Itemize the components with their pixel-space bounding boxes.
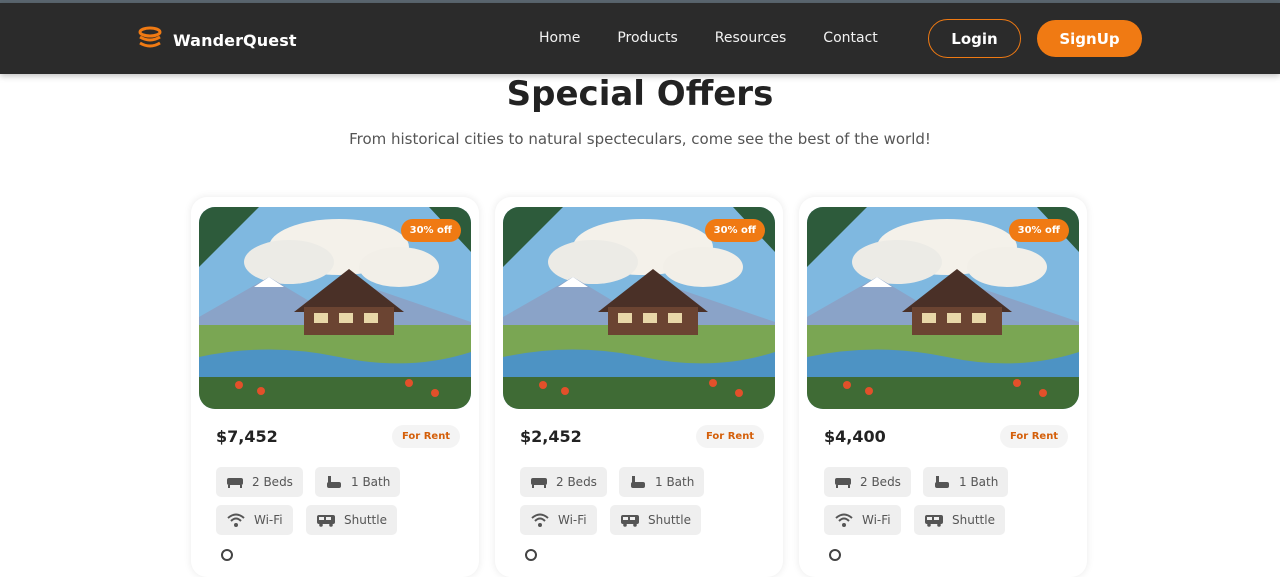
navbar: WanderQuest Home Products Resources Cont… — [0, 3, 1280, 74]
discount-badge: 30% off — [704, 219, 765, 242]
feature-bath: 1 Bath — [619, 467, 705, 497]
feature-label: Wi-Fi — [862, 513, 891, 527]
feature-label: Wi-Fi — [254, 513, 283, 527]
feature-bath: 1 Bath — [315, 467, 401, 497]
feature-label: Shuttle — [952, 513, 995, 527]
status-badge: For Rent — [696, 425, 765, 448]
feature-label: Shuttle — [344, 513, 387, 527]
feature-wifi: Wi-Fi — [520, 505, 597, 535]
nav-home[interactable]: Home — [539, 30, 580, 46]
status-badge: For Rent — [1000, 425, 1069, 448]
location-icon — [829, 549, 841, 561]
price: $4,400 — [824, 427, 886, 446]
wifi-icon — [531, 513, 549, 527]
feature-beds: 2 Beds — [216, 467, 303, 497]
bath-icon — [327, 476, 341, 488]
property-image[interactable]: 30% off — [807, 207, 1079, 409]
bus-icon — [925, 515, 943, 527]
bus-icon — [317, 515, 335, 527]
feature-label: 1 Bath — [959, 475, 999, 489]
bus-icon — [621, 515, 639, 527]
nav-products[interactable]: Products — [617, 30, 677, 46]
bed-icon — [531, 478, 547, 488]
bath-icon — [631, 476, 645, 488]
feature-shuttle: Shuttle — [610, 505, 701, 535]
feature-label: Shuttle — [648, 513, 691, 527]
bed-icon — [227, 478, 243, 488]
feature-bath: 1 Bath — [923, 467, 1009, 497]
offer-card[interactable]: 30% off $4,400 For Rent 2 Beds 1 Bath Wi… — [799, 197, 1087, 577]
wifi-icon — [835, 513, 853, 527]
price: $7,452 — [216, 427, 278, 446]
section-title: Special Offers — [506, 74, 774, 114]
location-icon — [525, 549, 537, 561]
login-button[interactable]: Login — [928, 19, 1021, 58]
feature-shuttle: Shuttle — [306, 505, 397, 535]
price: $2,452 — [520, 427, 582, 446]
section-subtitle: From historical cities to natural specte… — [349, 130, 931, 148]
feature-label: Wi-Fi — [558, 513, 587, 527]
feature-label: 1 Bath — [351, 475, 391, 489]
brand[interactable]: WanderQuest — [137, 25, 297, 55]
offer-card[interactable]: 30% off $2,452 For Rent 2 Beds 1 Bath Wi… — [495, 197, 783, 577]
nav-links: Home Products Resources Contact — [539, 30, 915, 46]
feature-label: 2 Beds — [860, 475, 901, 489]
wifi-icon — [227, 513, 245, 527]
property-image[interactable]: 30% off — [199, 207, 471, 409]
offer-card[interactable]: 30% off $7,452 For Rent 2 Beds 1 Bath Wi… — [191, 197, 479, 577]
feature-beds: 2 Beds — [824, 467, 911, 497]
discount-badge: 30% off — [1008, 219, 1069, 242]
feature-wifi: Wi-Fi — [824, 505, 901, 535]
nav-contact[interactable]: Contact — [823, 30, 877, 46]
feature-label: 1 Bath — [655, 475, 695, 489]
feature-shuttle: Shuttle — [914, 505, 1005, 535]
bath-icon — [935, 476, 949, 488]
signup-button[interactable]: SignUp — [1037, 20, 1142, 57]
bed-icon — [835, 478, 851, 488]
discount-badge: 30% off — [400, 219, 461, 242]
brand-name: WanderQuest — [173, 30, 297, 50]
location-icon — [221, 549, 233, 561]
feature-label: 2 Beds — [252, 475, 293, 489]
nav-resources[interactable]: Resources — [715, 30, 787, 46]
feature-label: 2 Beds — [556, 475, 597, 489]
feature-beds: 2 Beds — [520, 467, 607, 497]
layers-logo-icon — [137, 25, 163, 55]
status-badge: For Rent — [392, 425, 461, 448]
property-image[interactable]: 30% off — [503, 207, 775, 409]
feature-wifi: Wi-Fi — [216, 505, 293, 535]
